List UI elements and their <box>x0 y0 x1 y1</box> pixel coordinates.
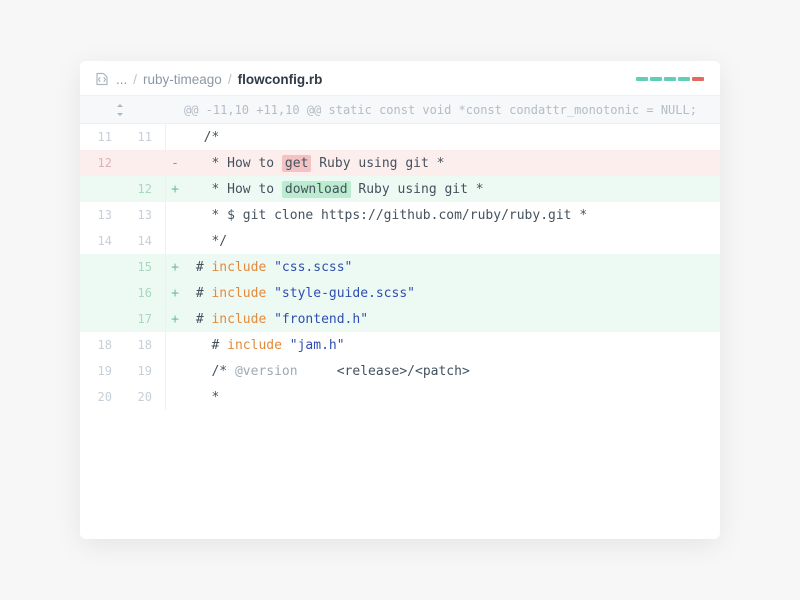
code-content: * $ git clone https://github.com/ruby/ru… <box>184 208 720 223</box>
line-number-old: 11 <box>80 130 120 144</box>
diff-sign: + <box>166 286 184 301</box>
line-number-new: 18 <box>120 338 160 352</box>
diffstat-chip-add <box>678 77 690 81</box>
expand-hunk-button[interactable] <box>80 103 160 117</box>
line-number-old: 13 <box>80 208 120 222</box>
breadcrumb-separator: / <box>133 72 137 87</box>
code-content: # include "style-guide.scss" <box>184 286 720 301</box>
line-number-old: 20 <box>80 390 120 404</box>
diff-line[interactable]: 16 + # include "style-guide.scss" <box>80 280 720 306</box>
line-number-new: 19 <box>120 364 160 378</box>
gutter <box>160 358 166 384</box>
diffstat-chip-add <box>664 77 676 81</box>
code-content: # include "frontend.h" <box>184 312 720 327</box>
diff-line[interactable]: 15 + # include "css.scss" <box>80 254 720 280</box>
diff-line[interactable]: 1313 * $ git clone https://github.com/ru… <box>80 202 720 228</box>
breadcrumb-separator: / <box>228 72 232 87</box>
line-number-new: 16 <box>120 286 160 300</box>
line-number-new: 12 <box>120 182 160 196</box>
diff-sign: + <box>166 182 184 197</box>
diff-sign: + <box>166 312 184 327</box>
code-content: * <box>184 390 720 405</box>
diff-line[interactable]: 1414 */ <box>80 228 720 254</box>
line-number-new: 17 <box>120 312 160 326</box>
diffstat-chip-add <box>636 77 648 81</box>
file-header: ... / ruby-timeago / flowconfig.rb <box>80 61 720 96</box>
code-content: /* @version <release>/<patch> <box>184 364 720 379</box>
diff-line[interactable]: 1818 # include "jam.h" <box>80 332 720 358</box>
line-number-old: 19 <box>80 364 120 378</box>
breadcrumb-ellipsis: ... <box>116 72 127 87</box>
line-number-new: 14 <box>120 234 160 248</box>
file-icon <box>94 71 110 87</box>
line-number-old: 18 <box>80 338 120 352</box>
line-number-new: 11 <box>120 130 160 144</box>
gutter <box>160 202 166 228</box>
gutter <box>160 124 166 150</box>
code-content: * How to get Ruby using git * <box>184 156 720 171</box>
code-content: /* <box>184 130 720 145</box>
breadcrumb-folder[interactable]: ruby-timeago <box>143 72 222 87</box>
code-content: * How to download Ruby using git * <box>184 182 720 197</box>
gutter <box>160 228 166 254</box>
gutter <box>160 332 166 358</box>
code-content: # include "jam.h" <box>184 338 720 353</box>
line-number-old: 14 <box>80 234 120 248</box>
gutter <box>160 384 166 410</box>
diff-line[interactable]: 2020 * <box>80 384 720 410</box>
hunk-header-row: @@ -11,10 +11,10 @@ static const void *c… <box>80 96 720 124</box>
diff-body: 1111 /*12- * How to get Ruby using git *… <box>80 124 720 539</box>
line-number-new: 15 <box>120 260 160 274</box>
line-number-old: 12 <box>80 156 120 170</box>
line-number-new: 20 <box>120 390 160 404</box>
diff-line[interactable]: 17 + # include "frontend.h" <box>80 306 720 332</box>
code-content: */ <box>184 234 720 249</box>
diffstat-chip-add <box>650 77 662 81</box>
diff-sign: - <box>166 156 184 171</box>
diff-panel: ... / ruby-timeago / flowconfig.rb @@ -1… <box>80 61 720 539</box>
diff-sign: + <box>166 260 184 275</box>
diff-line[interactable]: 1919 /* @version <release>/<patch> <box>80 358 720 384</box>
diff-line[interactable]: 12 - * How to get Ruby using git * <box>80 150 720 176</box>
line-number-new: 13 <box>120 208 160 222</box>
diffstat-chip-del <box>692 77 704 81</box>
hunk-header-text: @@ -11,10 +11,10 @@ static const void *c… <box>160 103 697 117</box>
diff-line[interactable]: 12 + * How to download Ruby using git * <box>80 176 720 202</box>
breadcrumb-file[interactable]: flowconfig.rb <box>238 72 323 87</box>
diffstat-chips <box>636 77 704 81</box>
diff-line[interactable]: 1111 /* <box>80 124 720 150</box>
breadcrumb: ... / ruby-timeago / flowconfig.rb <box>94 71 322 87</box>
code-content: # include "css.scss" <box>184 260 720 275</box>
